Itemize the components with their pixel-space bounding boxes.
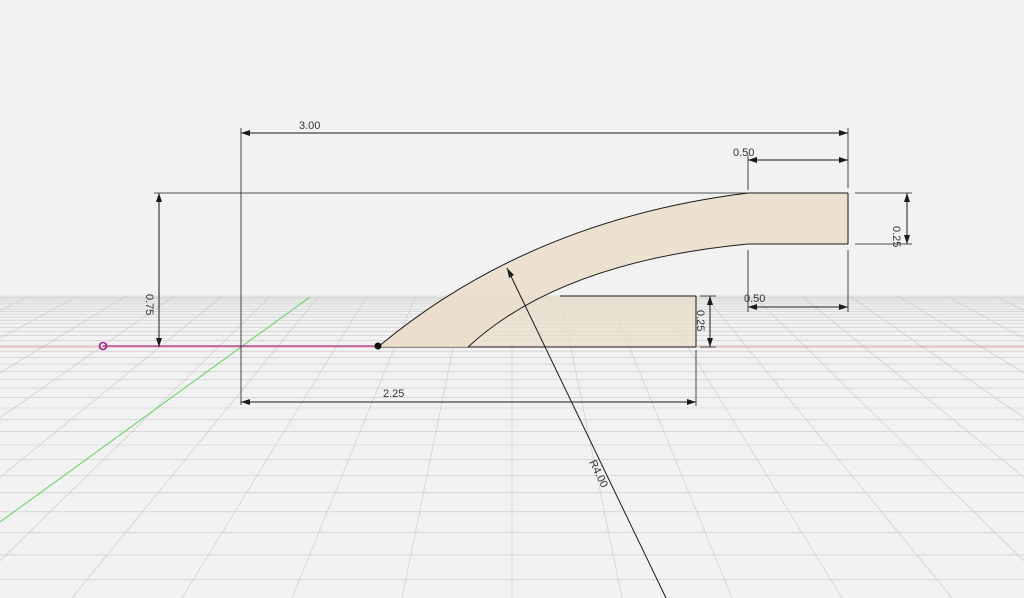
- dimension-label-bottom-offset: 0.50: [744, 293, 765, 305]
- dimension-label-overall-length: 3.00: [299, 120, 320, 132]
- dimension-label-height: 0.75: [143, 294, 155, 315]
- sketch-point-icon[interactable]: [374, 342, 382, 350]
- dimension-label-base-length: 2.25: [383, 388, 404, 400]
- dimension-label-base-thickness: 0.25: [694, 310, 706, 331]
- sketch-canvas[interactable]: 3.00 0.50 0.25 0.50 0.25 2.25 0.75 R4.00: [0, 0, 1024, 598]
- dimension-label-right-thickness: 0.25: [890, 226, 902, 247]
- dimension-label-top-offset: 0.50: [733, 147, 754, 159]
